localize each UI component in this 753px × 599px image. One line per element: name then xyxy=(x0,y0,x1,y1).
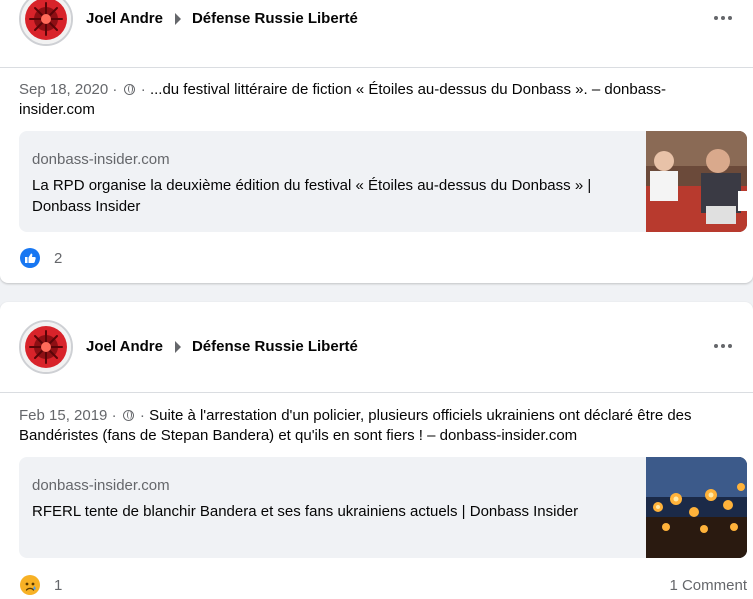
sad-icon xyxy=(20,575,40,595)
meta-separator: · xyxy=(111,407,117,424)
reactions-summary[interactable]: 1 xyxy=(20,575,62,595)
link-preview[interactable]: donbass-insider.com La RPD organise la d… xyxy=(19,131,747,232)
avatar-image xyxy=(21,322,71,372)
globe-icon xyxy=(122,410,134,421)
comments-count[interactable]: 1 Comment xyxy=(669,577,747,594)
meta-separator: · xyxy=(140,81,146,98)
post-header: Joel Andre Défense Russie Liberté xyxy=(0,0,753,46)
group-name[interactable]: Défense Russie Liberté xyxy=(192,10,358,27)
reaction-count: 2 xyxy=(54,249,63,267)
like-icon xyxy=(20,248,40,268)
reactions-summary[interactable]: 2 xyxy=(20,248,62,268)
post-author-line: Joel Andre Défense Russie Liberté xyxy=(86,338,358,355)
group-name[interactable]: Défense Russie Liberté xyxy=(192,338,358,355)
post-header: Joel Andre Défense Russie Liberté xyxy=(0,316,753,374)
post-date[interactable]: Feb 15, 2019 xyxy=(19,407,107,424)
meta-separator: · xyxy=(112,81,118,98)
divider xyxy=(0,392,753,393)
avatar-image xyxy=(21,0,71,44)
avatar[interactable] xyxy=(19,0,73,46)
right-arrow-icon xyxy=(174,340,181,353)
more-options-icon[interactable] xyxy=(709,336,737,356)
more-options-icon[interactable] xyxy=(709,8,737,28)
link-title: RFERL tente de blanchir Bandera et ses f… xyxy=(32,503,579,520)
reaction-count: 1 xyxy=(54,576,63,594)
post-date[interactable]: Sep 18, 2020 xyxy=(19,81,108,98)
divider xyxy=(0,67,753,68)
post-body: Suite à l'arrestation d'un policier, plu… xyxy=(19,407,692,444)
link-domain: donbass-insider.com xyxy=(32,151,170,168)
post-body: ...du festival littéraire de fiction « É… xyxy=(19,81,667,118)
link-thumbnail xyxy=(646,131,747,232)
globe-icon xyxy=(123,84,135,95)
post-card: Joel Andre Défense Russie Liberté Feb 15… xyxy=(0,302,753,599)
link-preview[interactable]: donbass-insider.com RFERL tente de blanc… xyxy=(19,457,747,558)
avatar[interactable] xyxy=(19,320,73,374)
author-name[interactable]: Joel Andre xyxy=(86,338,163,355)
author-name[interactable]: Joel Andre xyxy=(86,10,163,27)
post-text: Sep 18, 2020 · · ...du festival littérai… xyxy=(19,80,697,120)
link-domain: donbass-insider.com xyxy=(32,477,170,494)
meta-separator: · xyxy=(139,407,145,424)
post-card: Joel Andre Défense Russie Liberté Sep 18… xyxy=(0,0,753,283)
post-text: Feb 15, 2019 · · Suite à l'arrestation d… xyxy=(19,406,697,446)
post-author-line: Joel Andre Défense Russie Liberté xyxy=(86,10,358,27)
link-thumbnail xyxy=(646,457,747,558)
link-title: La RPD organise la deuxième édition du f… xyxy=(32,177,592,215)
right-arrow-icon xyxy=(174,12,181,25)
